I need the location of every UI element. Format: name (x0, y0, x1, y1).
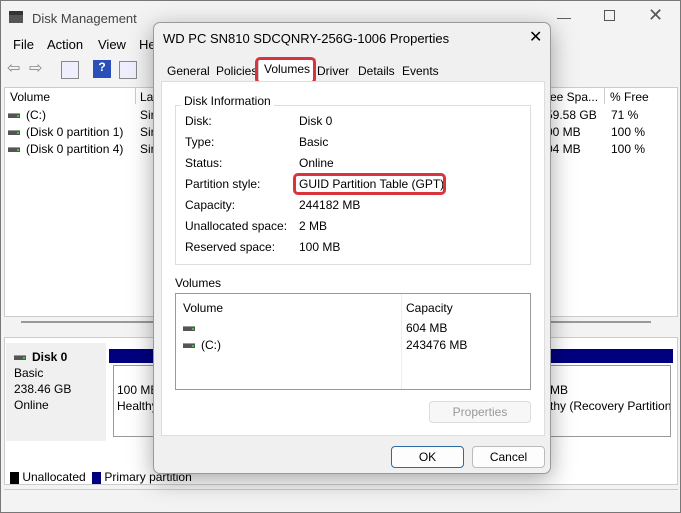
field-value: 100 MB (299, 240, 341, 254)
partition-recovery[interactable]: MB thy (Recovery Partition (541, 365, 671, 437)
table-row[interactable]: (Disk 0 partition 4) (8, 142, 123, 156)
cancel-button[interactable]: Cancel (472, 446, 545, 468)
field-value: Disk 0 (299, 114, 333, 128)
disk-size: 238.46 GB (14, 382, 72, 396)
col-divider (135, 88, 136, 104)
row-free: 04 MB (546, 142, 581, 156)
tab-details[interactable]: Details (353, 61, 400, 81)
partition-status: thy (Recovery Partition (550, 399, 671, 413)
row-volume: (C:) (26, 108, 46, 122)
volume-row[interactable] (183, 321, 201, 335)
drive-icon (8, 130, 20, 136)
partition-style-highlight (293, 173, 446, 195)
console-icon[interactable] (61, 61, 79, 79)
window-title: Disk Management (32, 11, 137, 26)
row-volume: (Disk 0 partition 4) (26, 142, 124, 156)
field-label: Capacity: (185, 198, 236, 212)
row-free: 00 MB (546, 125, 581, 139)
field-label: Partition style: (185, 177, 261, 191)
disk-icon (14, 355, 26, 361)
tab-events[interactable]: Events (397, 61, 444, 81)
disk-type: Basic (14, 366, 44, 380)
properties-icon[interactable] (119, 61, 137, 79)
tab-general[interactable]: General (162, 61, 215, 81)
back-icon[interactable]: ⇦ (7, 58, 20, 78)
ok-button[interactable]: OK (391, 446, 464, 468)
row-volume: (Disk 0 partition 1) (26, 125, 124, 139)
menu-file[interactable]: File (13, 37, 34, 52)
status-bar (4, 489, 678, 511)
disk-info-label: Disk Information (181, 94, 274, 108)
tab-driver[interactable]: Driver (312, 61, 354, 81)
field-value: Basic (299, 135, 329, 149)
drive-icon (8, 147, 20, 153)
drive-icon (183, 343, 195, 349)
menu-action[interactable]: Action (47, 37, 83, 52)
close-window-button[interactable]: ✕ (648, 5, 663, 26)
field-label: Unallocated space: (185, 219, 288, 233)
row-pct: 100 % (611, 125, 646, 139)
minimize-button[interactable]: — (557, 9, 571, 25)
table-row[interactable]: (Disk 0 partition 1) (8, 125, 123, 139)
volume-capacity: 243476 MB (406, 338, 468, 352)
volumes-tab-highlight (255, 57, 316, 84)
vol-col-volume[interactable]: Volume (183, 301, 223, 315)
properties-dialog: WD PC SN810 SDCQNRY-256G-1006 Properties… (153, 22, 551, 474)
field-value: 244182 MB (299, 198, 361, 212)
field-value: Online (299, 156, 334, 170)
primary-swatch (92, 471, 102, 484)
col-percent-free[interactable]: % Free (610, 90, 649, 104)
properties-button[interactable]: Properties (429, 401, 531, 423)
field-label: Disk: (185, 114, 212, 128)
col-free-space[interactable]: ree Spa... (546, 90, 598, 104)
row-pct: 71 % (611, 108, 639, 122)
col-divider (401, 294, 402, 389)
field-label: Status: (185, 156, 223, 170)
volume-name: (C:) (201, 338, 221, 352)
dialog-title: WD PC SN810 SDCQNRY-256G-1006 Properties (163, 31, 450, 46)
col-volume[interactable]: Volume (10, 90, 50, 104)
vol-col-capacity[interactable]: Capacity (406, 301, 453, 315)
drive-icon (8, 113, 20, 119)
field-label: Type: (185, 135, 215, 149)
disk-0-label[interactable]: Disk 0 Basic 238.46 GB Online (6, 343, 106, 441)
volumes-list (175, 293, 531, 390)
volume-row[interactable]: (C:) (183, 338, 221, 352)
disk-name: Disk 0 (32, 350, 68, 364)
partition-size: MB (550, 383, 568, 397)
forward-icon[interactable]: ⇨ (29, 58, 42, 78)
disk-status: Online (14, 398, 49, 412)
unallocated-swatch (10, 471, 19, 484)
volume-capacity: 604 MB (406, 321, 448, 335)
help-icon[interactable]: ? (93, 60, 111, 78)
col-divider (604, 88, 605, 104)
menu-view[interactable]: View (98, 37, 126, 52)
dialog-close-button[interactable]: ✕ (529, 27, 542, 47)
field-value: 2 MB (299, 219, 328, 233)
row-pct: 100 % (611, 142, 646, 156)
maximize-button[interactable] (604, 10, 615, 21)
legend-unallocated: Unallocated (22, 470, 86, 484)
app-icon (9, 11, 23, 23)
drive-icon (183, 326, 195, 332)
volumes-label: Volumes (175, 276, 222, 290)
row-free: 59.58 GB (546, 108, 597, 122)
table-row[interactable]: (C:) (8, 108, 46, 122)
field-label: Reserved space: (185, 240, 276, 254)
